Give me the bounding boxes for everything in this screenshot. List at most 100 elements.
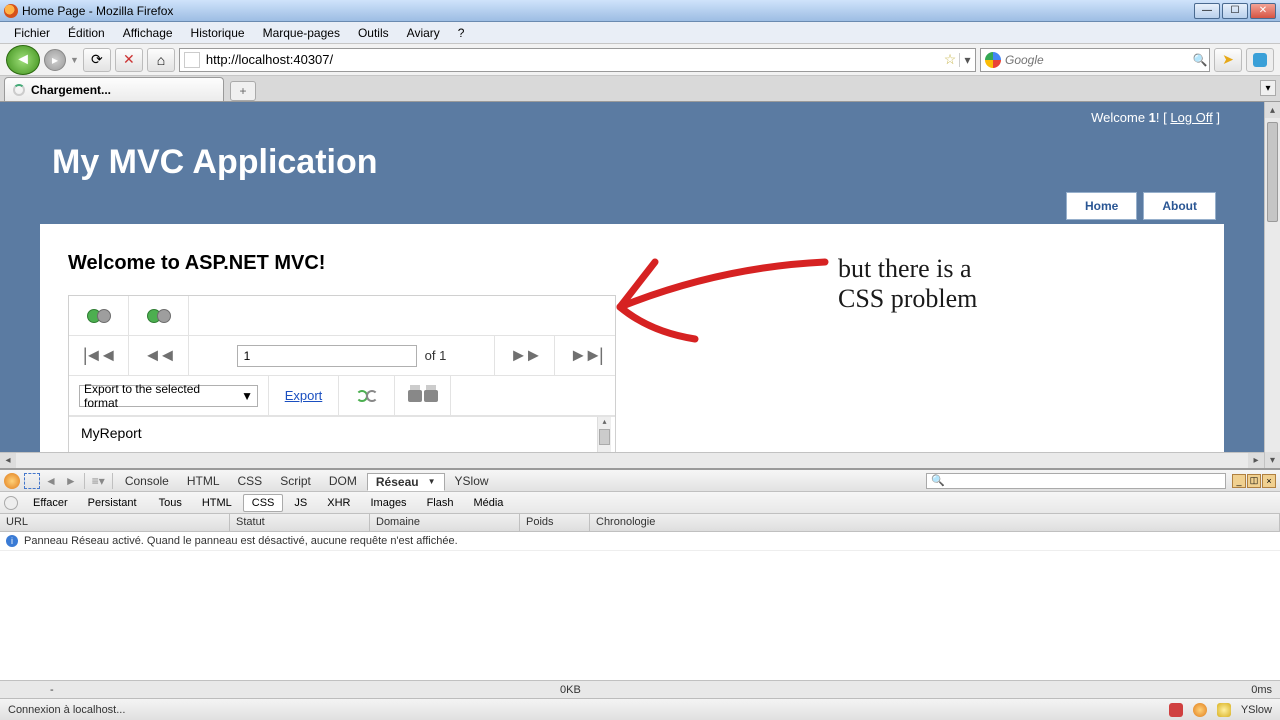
history-dropdown[interactable]: ▼ <box>70 55 79 65</box>
fb-filter-xhr[interactable]: XHR <box>318 494 359 512</box>
menu-view[interactable]: Affichage <box>115 24 181 42</box>
menu-bar: Fichier Édition Affichage Historique Mar… <box>0 22 1280 44</box>
nav-home[interactable]: Home <box>1066 192 1137 220</box>
close-button[interactable]: ✕ <box>1250 3 1276 19</box>
search-input[interactable] <box>1005 53 1191 67</box>
reload-button[interactable]: ⟳ <box>83 48 111 72</box>
export-link[interactable]: Export <box>285 388 323 403</box>
menu-edit[interactable]: Édition <box>60 24 113 42</box>
window-titlebar: Home Page - Mozilla Firefox ― ☐ ✕ <box>0 0 1280 22</box>
menu-file[interactable]: Fichier <box>6 24 58 42</box>
skitch-button[interactable] <box>1246 48 1274 72</box>
forward-button[interactable]: ▸ <box>44 49 66 71</box>
summary-requests: - <box>50 684 54 696</box>
login-status: Welcome 1! [ Log Off ] <box>40 102 1224 125</box>
search-bar[interactable]: 🔍 <box>980 48 1210 72</box>
firebug-status-icon[interactable] <box>1193 703 1207 717</box>
loading-spinner-icon <box>13 84 25 96</box>
fb-tab-dom[interactable]: DOM <box>321 472 365 490</box>
fb-tab-yslow[interactable]: YSlow <box>447 472 497 490</box>
export-format-select[interactable]: Export to the selected format ▼ <box>79 385 258 407</box>
firebug-back-button[interactable]: ◄ <box>42 474 60 488</box>
logoff-link[interactable]: Log Off <box>1170 110 1212 125</box>
yslow-icon[interactable] <box>1217 703 1231 717</box>
window-title: Home Page - Mozilla Firefox <box>22 4 173 18</box>
fb-tab-net[interactable]: Réseau▼ <box>367 473 445 491</box>
fb-filter-images[interactable]: Images <box>361 494 415 512</box>
menu-bookmarks[interactable]: Marque-pages <box>255 24 348 42</box>
firebug-summary-bar: - 0KB 0ms <box>0 680 1280 698</box>
horizontal-scrollbar[interactable]: ◂▸ <box>0 452 1264 468</box>
back-button[interactable]: ◄ <box>6 45 40 75</box>
firebug-toolbar: ◄ ► ≡▾ Console HTML CSS Script DOM Résea… <box>0 470 1280 492</box>
print-icon[interactable] <box>408 390 438 402</box>
export-format-label: Export to the selected format <box>84 382 235 410</box>
firebug-close-button[interactable]: × <box>1262 474 1276 488</box>
url-bar[interactable]: ☆ ▾ <box>179 48 976 72</box>
fb-filter-js[interactable]: JS <box>285 494 316 512</box>
inspect-button[interactable] <box>24 473 40 489</box>
firebug-icon[interactable] <box>4 473 20 489</box>
vertical-scrollbar[interactable]: ▴▾ <box>1264 102 1280 468</box>
prev-page-button[interactable]: ◄◄ <box>144 345 174 366</box>
fb-tab-css[interactable]: CSS <box>230 472 271 490</box>
refresh-icon[interactable] <box>356 390 378 402</box>
firebug-fwd-button[interactable]: ► <box>62 474 80 488</box>
nav-fwd-group-button[interactable] <box>129 296 189 335</box>
fb-tab-script[interactable]: Script <box>272 472 319 490</box>
aviary-button[interactable]: ➤ <box>1214 48 1242 72</box>
header-domain: Domaine <box>370 514 520 531</box>
search-icon[interactable]: 🔍 <box>1191 53 1209 67</box>
skitch-status-icon[interactable] <box>1169 703 1183 717</box>
break-button[interactable] <box>4 496 18 510</box>
search-icon: 🔍 <box>931 474 945 487</box>
header-url[interactable]: URL <box>0 514 230 531</box>
page-number-input[interactable] <box>237 345 417 367</box>
firebug-minimize-button[interactable]: _ <box>1232 474 1246 488</box>
firebug-popout-button[interactable]: ◫ <box>1247 474 1261 488</box>
fb-filter-css[interactable]: CSS <box>243 494 284 512</box>
page-icon <box>184 52 200 68</box>
maximize-button[interactable]: ☐ <box>1222 3 1248 19</box>
nav-back-group-button[interactable] <box>69 296 129 335</box>
last-page-button[interactable]: ►►| <box>569 345 600 366</box>
header-status[interactable]: Statut <box>230 514 370 531</box>
firebug-search[interactable]: 🔍 <box>926 473 1226 489</box>
menu-tools[interactable]: Outils <box>350 24 397 42</box>
yslow-label: YSlow <box>1241 704 1272 716</box>
fb-tab-html[interactable]: HTML <box>179 472 228 490</box>
fb-filter-all[interactable]: Tous <box>150 494 191 512</box>
fb-clear[interactable]: Effacer <box>24 494 77 512</box>
menu-history[interactable]: Historique <box>183 24 253 42</box>
list-tabs-button[interactable]: ▾ <box>1260 80 1276 96</box>
minimize-button[interactable]: ― <box>1194 3 1220 19</box>
google-icon <box>985 52 1001 68</box>
nav-about[interactable]: About <box>1143 192 1216 220</box>
url-input[interactable] <box>204 52 941 67</box>
header-timeline[interactable]: Chronologie <box>590 514 1280 531</box>
browser-viewport: Welcome 1! [ Log Off ] My MVC Applicatio… <box>0 102 1280 468</box>
header-size[interactable]: Poids <box>520 514 590 531</box>
stop-button[interactable]: ✕ <box>115 48 143 72</box>
fb-filter-flash[interactable]: Flash <box>418 494 463 512</box>
fb-persist[interactable]: Persistant <box>79 494 146 512</box>
fb-filter-html[interactable]: HTML <box>193 494 241 512</box>
fb-tab-console[interactable]: Console <box>117 472 177 490</box>
new-tab-button[interactable]: + <box>230 81 256 101</box>
menu-help[interactable]: ? <box>450 24 473 42</box>
report-scrollbar[interactable]: ▴ <box>597 417 611 452</box>
url-dropdown[interactable]: ▾ <box>959 53 975 67</box>
menu-aviary[interactable]: Aviary <box>399 24 448 42</box>
next-page-button[interactable]: ►► <box>510 345 540 366</box>
page-heading: Welcome to ASP.NET MVC! <box>68 252 1196 275</box>
firebug-menu-button[interactable]: ≡▾ <box>89 474 108 488</box>
first-page-button[interactable]: |◄◄ <box>83 345 114 366</box>
home-button[interactable]: ⌂ <box>147 48 175 72</box>
browser-tab[interactable]: Chargement... <box>4 77 224 101</box>
report-viewer: |◄◄ ◄◄ of 1 ►► ►►| Export to the selecte… <box>68 295 616 452</box>
summary-time: 0ms <box>1251 684 1272 696</box>
bookmark-star-icon[interactable]: ☆ <box>941 51 959 68</box>
tab-label: Chargement... <box>31 83 111 97</box>
tab-strip: Chargement... + ▾ <box>0 76 1280 102</box>
fb-filter-media[interactable]: Média <box>464 494 512 512</box>
